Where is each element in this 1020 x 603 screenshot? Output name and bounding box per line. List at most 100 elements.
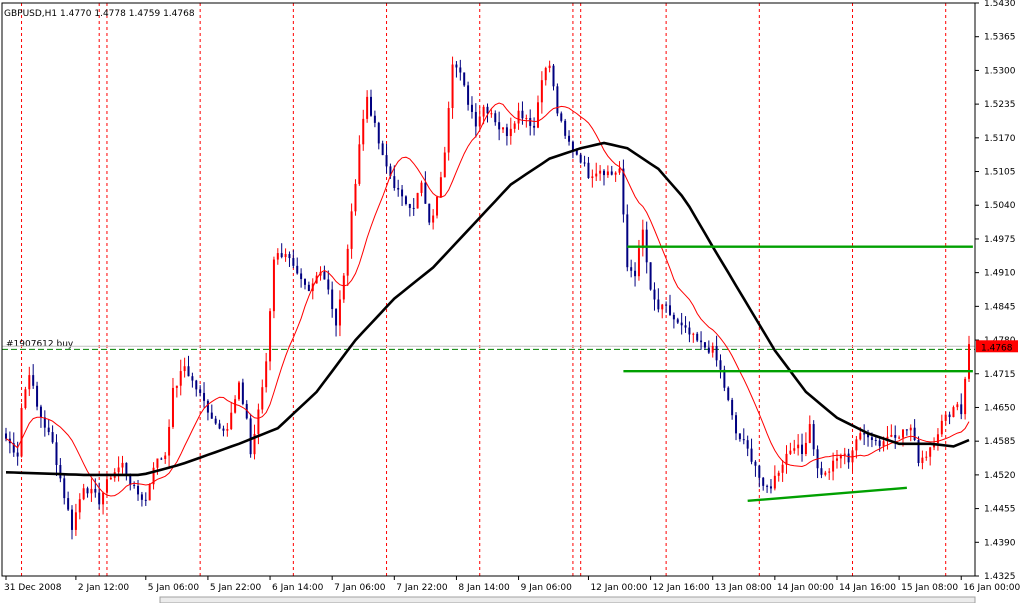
candle-body <box>824 472 827 475</box>
candle-body <box>195 380 198 390</box>
candle-body <box>249 418 252 455</box>
candle-body <box>222 428 225 431</box>
candle-body <box>346 248 349 276</box>
candle-body <box>474 111 477 127</box>
candle-body <box>606 171 609 176</box>
candle-body <box>533 125 536 128</box>
candle-body <box>789 450 792 454</box>
candle-body <box>373 115 376 123</box>
candle-body <box>956 404 959 408</box>
candle-body <box>540 80 543 103</box>
candle-body <box>529 117 532 126</box>
candle-body <box>102 492 105 505</box>
candle-body <box>801 444 804 455</box>
candle-body <box>781 464 784 473</box>
y-tick-label: 1.4520 <box>984 471 1016 481</box>
candle-body <box>692 333 695 335</box>
candle-body <box>401 189 404 197</box>
x-tick-label: 8 Jan 14:00 <box>458 583 510 593</box>
candle-body <box>98 492 101 505</box>
candle-body <box>599 170 602 174</box>
y-tick-label: 1.5040 <box>984 201 1016 211</box>
candle-body <box>272 259 275 312</box>
candle-body <box>863 433 866 435</box>
candle-body <box>408 203 411 208</box>
x-tick-label: 6 Jan 14:00 <box>272 583 324 593</box>
candle-body <box>234 399 237 413</box>
candle-body <box>39 406 42 418</box>
y-tick-label: 1.5430 <box>984 0 1016 9</box>
candle-body <box>36 385 39 407</box>
candle-body <box>579 154 582 163</box>
candle-body <box>47 427 50 433</box>
candle-body <box>451 64 454 109</box>
candle-body <box>459 67 462 73</box>
candle-body <box>183 366 186 372</box>
candle-body <box>921 457 924 464</box>
candle-body <box>51 432 54 443</box>
x-tick-label: 14 Jan 16:00 <box>839 583 896 593</box>
candle-body <box>715 346 718 361</box>
candle-body <box>719 360 722 370</box>
candle-body <box>366 96 369 119</box>
candle-body <box>754 461 757 466</box>
y-tick-label: 1.4845 <box>984 302 1016 312</box>
candle-body <box>125 462 128 476</box>
candle-body <box>362 118 365 145</box>
candle-body <box>602 170 605 176</box>
candle-body <box>137 485 140 495</box>
y-tick-label: 1.5105 <box>984 168 1016 178</box>
candle-body <box>727 387 730 400</box>
candle-body <box>94 488 97 493</box>
candle-body <box>121 462 124 468</box>
candle-body <box>261 387 264 410</box>
candle-body <box>109 477 112 480</box>
candle-body <box>436 196 439 216</box>
candle-body <box>610 171 613 175</box>
candle-body <box>797 444 800 449</box>
candle-body <box>680 322 683 326</box>
candle-body <box>870 437 873 440</box>
candle-body <box>276 253 279 260</box>
candle-body <box>738 433 741 440</box>
candle-body <box>210 412 213 419</box>
candle-body <box>206 400 209 413</box>
candle-body <box>700 340 703 343</box>
candle-body <box>874 439 877 441</box>
candle-body <box>746 440 749 449</box>
candle-body <box>571 141 574 151</box>
candle-body <box>237 382 240 400</box>
candle-body <box>171 387 174 427</box>
candle-body <box>568 135 571 142</box>
candle-body <box>164 455 167 459</box>
candle-body <box>758 465 761 478</box>
candle-body <box>90 488 93 494</box>
candle-body <box>482 106 485 117</box>
horizontal-scrollbar[interactable] <box>159 596 976 603</box>
candle-body <box>502 127 505 130</box>
candle-body <box>711 346 714 353</box>
candle-body <box>160 458 163 460</box>
candle-body <box>393 176 396 188</box>
candle-body <box>595 173 598 177</box>
candle-body <box>463 72 466 86</box>
candle-body <box>203 392 206 401</box>
candle-body <box>230 412 233 430</box>
candle-body <box>175 385 178 388</box>
candle-body <box>703 342 706 348</box>
candle-body <box>420 182 423 193</box>
candle-body <box>960 404 963 415</box>
current-price-label: 1.4768 <box>981 343 1013 353</box>
candle-body <box>676 319 679 323</box>
candle-body <box>587 162 590 179</box>
candle-body <box>117 467 120 473</box>
candle-body <box>82 488 85 500</box>
candle-body <box>428 203 431 223</box>
candle-body <box>292 258 295 266</box>
candle-body <box>412 207 415 209</box>
price-chart[interactable]: #1907612 buy 1.5430 1.5365 1.5300 1.5235 1.5… <box>0 0 1020 603</box>
candle-body <box>828 471 831 473</box>
candle-body <box>284 254 287 258</box>
candle-body <box>630 267 633 271</box>
candle-body <box>144 499 147 501</box>
